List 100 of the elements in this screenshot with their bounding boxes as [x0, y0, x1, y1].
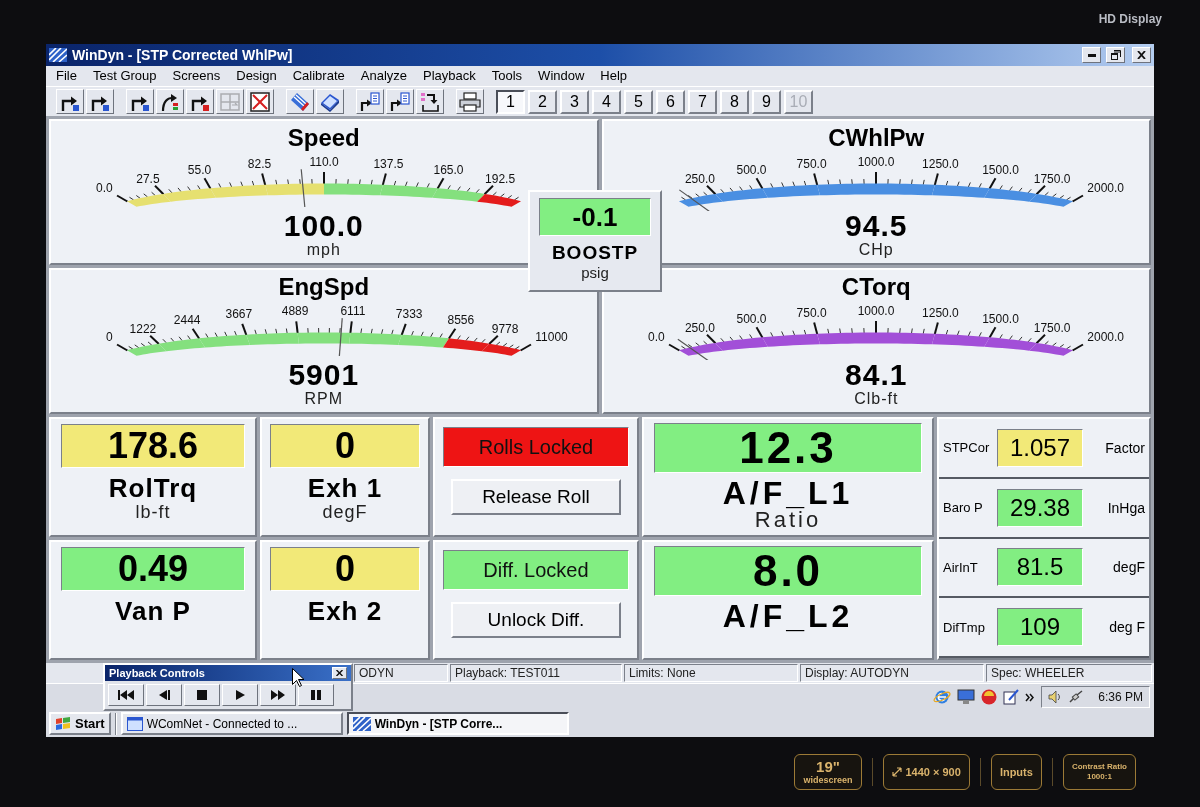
- toolbar-button[interactable]: [416, 89, 444, 114]
- gauge-value: 94.5: [845, 211, 908, 241]
- cursor-icon: [292, 668, 304, 687]
- screen-number-button[interactable]: 4: [592, 89, 621, 114]
- menu-item[interactable]: File: [48, 68, 85, 84]
- crossed-box-icon: [250, 91, 270, 112]
- tick-label: 2000.0: [1087, 181, 1125, 195]
- gauge-value: 5901: [288, 360, 360, 390]
- menu-item[interactable]: Test Group: [84, 68, 165, 84]
- gauge-title: EngSpd: [278, 274, 370, 300]
- boost-label: BOOSTP: [551, 242, 639, 264]
- minimize-button[interactable]: [1082, 47, 1101, 63]
- step-back-icon: [158, 690, 170, 700]
- menu-item[interactable]: Screens: [164, 68, 229, 84]
- tick-label: 250.0: [685, 320, 716, 335]
- playback-button[interactable]: [298, 684, 334, 706]
- menu-item[interactable]: Help: [592, 68, 636, 84]
- menu-item[interactable]: Tools: [483, 68, 531, 84]
- fast-forward-icon: [271, 690, 285, 700]
- diamond-icon: [320, 91, 340, 112]
- lock-action-button[interactable]: Release Roll: [451, 479, 621, 515]
- screen-number-button[interactable]: 1: [496, 89, 525, 114]
- condition-label: AirInT: [943, 559, 979, 575]
- toolbar-button[interactable]: [356, 89, 384, 114]
- screen-number-button[interactable]: 7: [688, 89, 717, 114]
- menu-item[interactable]: Calibrate: [284, 68, 353, 84]
- tick-label: 0: [105, 330, 113, 344]
- gauge-unit: Clb-ft: [854, 390, 899, 408]
- tick-label: 2444: [173, 313, 201, 328]
- flag-icon: [55, 716, 71, 731]
- readout-value: 0.49: [61, 547, 245, 591]
- stop-icon: [197, 690, 207, 700]
- start-button[interactable]: Start: [49, 712, 111, 736]
- tick-label: 1000.0: [857, 304, 895, 318]
- playback-button[interactable]: [260, 684, 296, 706]
- minimize-icon: [1087, 53, 1096, 57]
- tick-label: 0.0: [648, 330, 665, 344]
- playback-button[interactable]: [108, 684, 144, 706]
- toolbar-button[interactable]: [156, 89, 184, 114]
- status-segment: ODYN: [354, 664, 448, 682]
- tick-label: 82.5: [247, 156, 271, 171]
- toolbar-button[interactable]: [246, 89, 274, 114]
- air-fuel-unit: Ratio: [754, 509, 822, 531]
- tray-arrow-icon: [420, 91, 440, 112]
- gauge-title: CWhlPw: [828, 125, 925, 151]
- playback-button[interactable]: [222, 684, 258, 706]
- taskbar-button[interactable]: WComNet - Connected to ...: [120, 712, 343, 736]
- screen-number-button[interactable]: 8: [720, 89, 749, 114]
- plug-icon[interactable]: [1068, 690, 1085, 705]
- screen-number-button[interactable]: 2: [528, 89, 557, 114]
- status-segment: Playback: TEST011: [450, 664, 622, 682]
- air-fuel-value: 12.3: [654, 423, 922, 473]
- badge-text: Inputs: [999, 766, 1033, 778]
- toolbar-button[interactable]: [316, 89, 344, 114]
- menu-item[interactable]: Window: [530, 68, 593, 84]
- gauge-value: 100.0: [283, 211, 364, 241]
- toolbar-button[interactable]: [86, 89, 114, 114]
- close-button[interactable]: [1132, 47, 1151, 63]
- menu-item[interactable]: Design: [228, 68, 285, 84]
- toolbar-button[interactable]: [56, 89, 84, 114]
- gauge-title: CTorq: [841, 274, 911, 300]
- lock-action-button[interactable]: Unlock Diff.: [451, 602, 621, 638]
- screen-number-button[interactable]: 9: [752, 89, 781, 114]
- readout-value: 0: [270, 547, 420, 591]
- tick-label: 1500.0: [982, 162, 1020, 177]
- speaker-icon[interactable]: [1048, 690, 1063, 705]
- menu-item[interactable]: Analyze: [352, 68, 415, 84]
- monitor-icon[interactable]: [957, 689, 976, 706]
- restore-icon: [1110, 50, 1121, 60]
- screen-number-button[interactable]: 6: [656, 89, 685, 114]
- toolbar-button[interactable]: [186, 89, 214, 114]
- playback-button[interactable]: [146, 684, 182, 706]
- diagonal-arrow-icon: [891, 767, 902, 777]
- condition-label: DifTmp: [943, 619, 986, 635]
- tick-label: 2000.0: [1087, 330, 1125, 344]
- toolbar-button[interactable]: [456, 89, 484, 114]
- screen-number-button[interactable]: 5: [624, 89, 653, 114]
- restore-button[interactable]: [1106, 47, 1125, 63]
- chevron-icon[interactable]: [1025, 692, 1036, 702]
- air-fuel-label: A/F_L1: [722, 477, 854, 509]
- toolbar-button[interactable]: [126, 89, 154, 114]
- screen-number-button[interactable]: 3: [560, 89, 589, 114]
- taskbar-button[interactable]: WinDyn - [STP Corre...: [346, 712, 569, 736]
- toolbar-button[interactable]: [386, 89, 414, 114]
- striped-bar-icon: [290, 91, 310, 112]
- tick-label: 11000: [535, 330, 568, 344]
- tick-label: 137.5: [373, 156, 404, 171]
- menu-item[interactable]: Playback: [415, 68, 484, 84]
- readout-label: Exh 1: [307, 474, 383, 502]
- arrow-document-icon: [390, 91, 410, 112]
- close-button[interactable]: [332, 667, 347, 679]
- status-segment: Limits: None: [624, 664, 798, 682]
- air-fuel-label: A/F_L2: [722, 600, 854, 632]
- ball-icon[interactable]: [981, 689, 998, 706]
- playback-button[interactable]: [184, 684, 220, 706]
- readout-label: RolTrq: [108, 474, 198, 502]
- printer-icon: [459, 91, 481, 112]
- notepad-icon[interactable]: [1003, 689, 1020, 706]
- lock-status-indicator: Diff. Locked: [443, 550, 629, 590]
- badge-text: 19": [816, 758, 840, 775]
